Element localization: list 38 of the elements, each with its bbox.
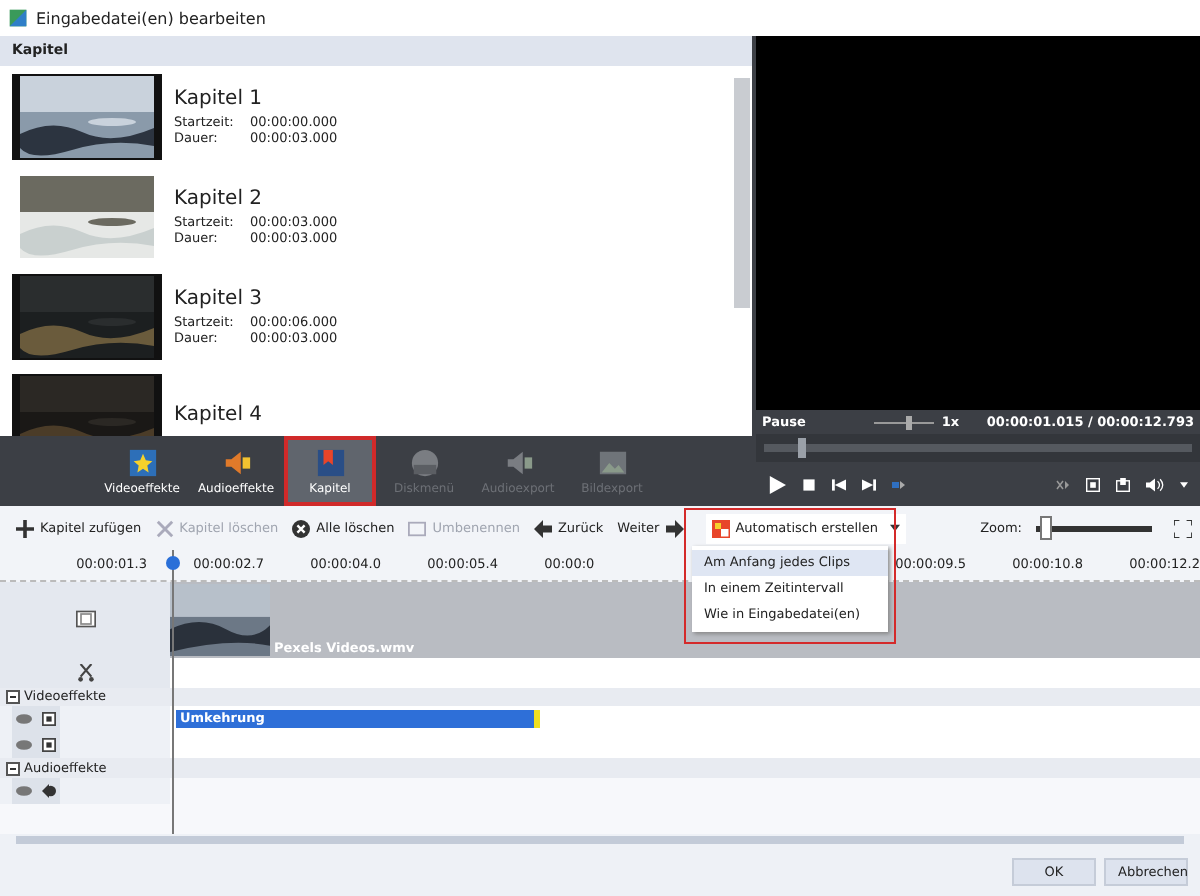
- fit-icon[interactable]: [1174, 519, 1192, 537]
- stop-icon[interactable]: [802, 477, 816, 491]
- app-icon: [8, 8, 28, 28]
- chapter-title: Kapitel 4: [174, 404, 263, 426]
- volume-icon[interactable]: [1146, 475, 1164, 493]
- speaker-icon: [221, 447, 251, 477]
- next-icon[interactable]: [862, 477, 876, 491]
- cross-circle-icon: [292, 519, 311, 537]
- bookmark-icon: [315, 447, 345, 477]
- scissors-icon[interactable]: [1056, 477, 1070, 491]
- chapter-title: Kapitel 1: [174, 88, 265, 110]
- chapter-icon: [711, 519, 730, 537]
- speaker-icon: [503, 447, 533, 477]
- window-title: Eingabedatei(en) bearbeiten: [36, 9, 266, 27]
- effect-icon[interactable]: [41, 712, 56, 727]
- eye-icon[interactable]: [16, 786, 33, 797]
- collapse-icon[interactable]: [6, 761, 20, 776]
- crop-icon[interactable]: [1116, 477, 1130, 491]
- star-icon: [127, 447, 157, 477]
- right-arrow-icon: [665, 519, 684, 537]
- image-icon: [597, 447, 627, 477]
- film-icon: [75, 610, 95, 629]
- caret-icon[interactable]: [1180, 481, 1188, 487]
- marker-icon[interactable]: [892, 477, 906, 491]
- caret-icon: [889, 524, 900, 532]
- chapter-title: Kapitel 3: [174, 288, 265, 310]
- play-icon[interactable]: [768, 475, 786, 493]
- effect-icon[interactable]: [41, 738, 56, 753]
- disc-icon: [409, 447, 439, 477]
- snapshot-icon[interactable]: [1086, 477, 1100, 491]
- collapse-icon[interactable]: [6, 689, 20, 704]
- chapter-title: Kapitel 2: [174, 188, 265, 210]
- cross-icon: [155, 519, 174, 537]
- text-box-icon: [408, 519, 427, 537]
- plus-icon: [16, 519, 34, 537]
- left-arrow-icon: [533, 519, 552, 537]
- previous-icon[interactable]: [832, 477, 846, 491]
- scissors-icon: [75, 663, 95, 682]
